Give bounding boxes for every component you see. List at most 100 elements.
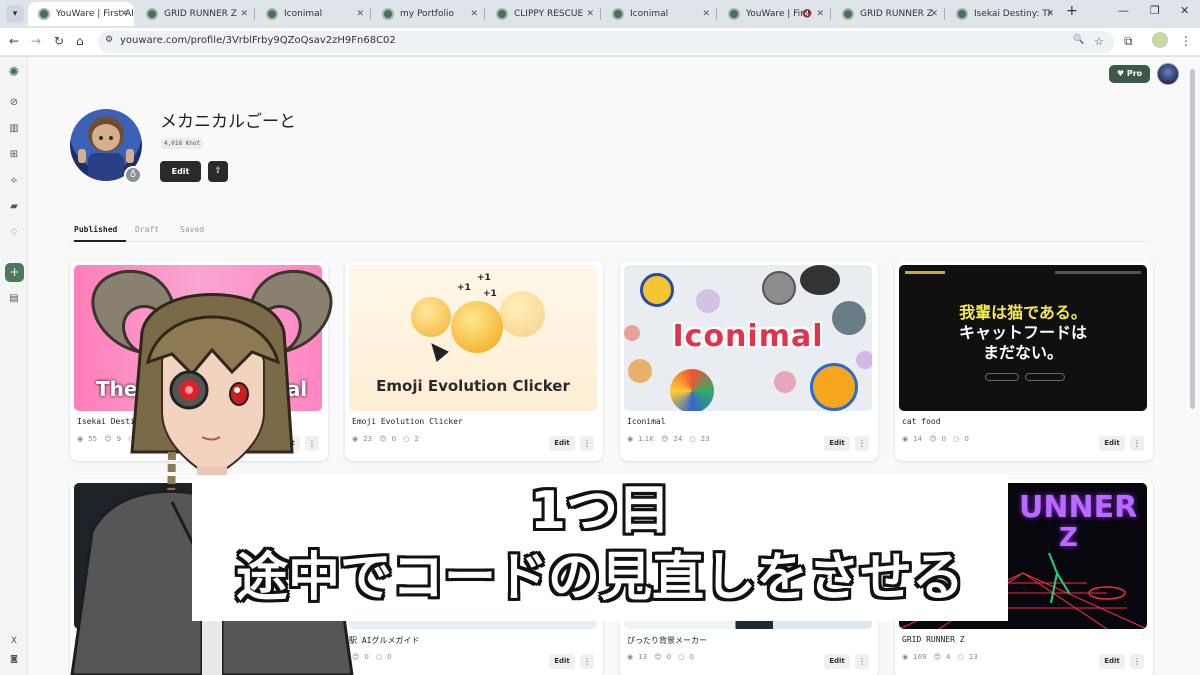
thumbnail-button — [985, 373, 1019, 381]
profile-name: メカニカルごーと — [160, 112, 296, 132]
reload-icon[interactable]: ↻ — [54, 34, 64, 48]
book-icon[interactable]: ▥ — [8, 123, 20, 135]
project-card[interactable]: Iconimal Iconimal ◉ 1.1K 😊 24 ○ 23 Edit ⋮ — [620, 261, 878, 461]
tab-saved[interactable]: Saved — [180, 225, 204, 234]
tab-clippy-rescue[interactable]: CLIPPY RESCUE ✕ — [486, 2, 600, 26]
window-close-button[interactable]: ✕ — [1180, 4, 1189, 17]
tab-strip: ▾ YouWare | First AI Co ✕ GRID RUNNER Z … — [0, 0, 1200, 28]
forward-icon[interactable]: → — [31, 34, 41, 48]
bookmark-star-icon[interactable]: ☆ — [1094, 35, 1104, 48]
emoji-face-icon — [499, 291, 545, 337]
share-icon[interactable]: ⇪ — [208, 161, 228, 182]
pro-button[interactable]: ♥ Pro — [1109, 65, 1150, 83]
more-options-icon[interactable]: ⋮ — [1130, 654, 1144, 669]
close-icon[interactable]: ✕ — [470, 2, 478, 26]
page-content: ✺ ⊘ ▥ ⊞ ⟡ ▰ ♢ + ▤ X ◙ ♥ Pro ♁ メカニカルごーと 4… — [0, 57, 1200, 675]
new-tab-button[interactable]: + — [1066, 3, 1078, 19]
project-title[interactable]: cat food — [902, 417, 941, 426]
likes-count: 4 — [946, 653, 951, 661]
extensions-icon[interactable]: ⧉ — [1124, 34, 1133, 49]
tab-isekai-destiny[interactable]: Isekai Destiny: The G ✕ — [946, 2, 1060, 26]
likes-icon: 😊 — [661, 435, 669, 443]
likes-count: 24 — [673, 435, 683, 443]
close-icon[interactable]: ✕ — [702, 2, 710, 26]
close-icon[interactable]: ✕ — [1046, 2, 1054, 26]
close-icon[interactable]: ✕ — [586, 2, 594, 26]
more-options-icon[interactable]: ⋮ — [1130, 436, 1144, 451]
sidebar: ✺ ⊘ ▥ ⊞ ⟡ ▰ ♢ + ▤ X ◙ — [0, 57, 28, 675]
gift-icon[interactable]: ⊞ — [8, 149, 20, 161]
project-title[interactable]: ぴったり背景メーカー — [627, 635, 707, 646]
thumbnail-text: まだない。 — [982, 343, 1063, 362]
comments-count: 2 — [414, 435, 419, 443]
project-card[interactable]: +1 +1 +1 Emoji Evolution Clicker Emoji E… — [345, 261, 603, 461]
thumbnail-text: 我輩は猫である。 — [959, 303, 1087, 322]
more-options-icon[interactable]: ⋮ — [855, 436, 869, 451]
project-title[interactable]: Iconimal — [627, 417, 666, 426]
puzzle-icon[interactable]: ⟡ — [8, 175, 20, 187]
address-bar[interactable]: ⚙ youware.com/profile/3VrblFrby9QZoQsav2… — [98, 31, 1114, 53]
close-icon[interactable]: ✕ — [816, 2, 824, 26]
muted-speaker-icon[interactable]: 🔇 — [802, 2, 812, 26]
knot-count-badge: 4,016 Knot — [161, 138, 204, 149]
comments-count: 0 — [689, 653, 694, 661]
bell-icon[interactable]: ♢ — [8, 227, 20, 239]
project-card[interactable]: 我輩は猫である。 キャットフードは まだない。 cat food ◉ 14 😊 0 … — [895, 261, 1153, 461]
youware-logo-icon[interactable]: ✺ — [8, 66, 20, 79]
back-icon[interactable]: ← — [9, 34, 19, 48]
close-icon[interactable]: ✕ — [240, 2, 248, 26]
edit-profile-button[interactable]: Edit — [160, 161, 201, 182]
edit-project-button[interactable]: Edit — [549, 654, 575, 669]
more-options-icon[interactable]: ⋮ — [855, 654, 869, 669]
url-text[interactable]: youware.com/profile/3VrblFrby9QZoQsav2zH… — [120, 35, 396, 46]
tab-grid-runner-z[interactable]: GRID RUNNER Z ✕ — [136, 2, 254, 26]
folder-icon[interactable]: ▰ — [8, 201, 20, 213]
project-thumbnail[interactable]: +1 +1 +1 Emoji Evolution Clicker — [349, 265, 597, 411]
tab-draft[interactable]: Draft — [135, 225, 159, 234]
views-count: 169 — [913, 653, 927, 661]
edit-project-button[interactable]: Edit — [824, 436, 850, 451]
tab-youware-profile[interactable]: YouWare | First AI Co ✕ — [28, 2, 134, 26]
browser-menu-icon[interactable]: ⋮ — [1180, 34, 1192, 48]
compass-icon[interactable]: ⊘ — [8, 97, 20, 109]
more-options-icon[interactable]: ⋮ — [580, 654, 594, 669]
tab-grid-runner-z-2[interactable]: GRID RUNNER Z ✕ — [832, 2, 944, 26]
more-options-icon[interactable]: ⋮ — [580, 436, 594, 451]
thumbnail-text: Iconimal — [672, 319, 824, 354]
project-thumbnail[interactable]: Iconimal — [624, 265, 872, 411]
x-twitter-icon[interactable]: X — [8, 635, 20, 647]
close-icon[interactable]: ✕ — [356, 2, 364, 26]
edit-project-button[interactable]: Edit — [1099, 436, 1125, 451]
project-stats: ◉ 14 😊 0 ○ 0 — [902, 435, 974, 443]
tab-search-button[interactable]: ▾ — [6, 5, 24, 23]
favicon-icon — [496, 8, 508, 20]
views-count: 1.1K — [638, 435, 654, 443]
site-info-icon[interactable]: ⚙ — [105, 35, 113, 45]
tab-published[interactable]: Published — [74, 225, 117, 234]
edit-project-button[interactable]: Edit — [1099, 654, 1125, 669]
close-icon[interactable]: ✕ — [930, 2, 938, 26]
views-icon: ◉ — [627, 653, 634, 661]
user-avatar[interactable] — [1157, 63, 1179, 85]
edit-project-button[interactable]: Edit — [549, 436, 575, 451]
close-icon[interactable]: ✕ — [120, 2, 128, 26]
tab-iconimal-2[interactable]: Iconimal ✕ — [602, 2, 716, 26]
zoom-icon[interactable]: 🔍 — [1073, 35, 1084, 45]
document-icon[interactable]: ▤ — [8, 293, 20, 305]
project-thumbnail[interactable]: 我輩は猫である。 キャットフードは まだない。 — [899, 265, 1147, 411]
comments-count: 0 — [964, 435, 969, 443]
create-new-button[interactable]: + — [5, 263, 24, 282]
favicon-icon — [38, 8, 50, 20]
tab-my-portfolio[interactable]: my Portfolio ✕ — [372, 2, 484, 26]
discord-icon[interactable]: ◙ — [8, 653, 20, 665]
home-icon[interactable]: ⌂ — [76, 34, 84, 48]
edit-project-button[interactable]: Edit — [824, 654, 850, 669]
thumbnail-button — [1025, 373, 1065, 381]
restore-button[interactable]: ❐ — [1150, 4, 1160, 17]
tab-iconimal[interactable]: Iconimal ✕ — [256, 2, 370, 26]
minimize-button[interactable]: — — [1118, 4, 1129, 17]
project-title[interactable]: GRID RUNNER Z — [902, 635, 965, 644]
scrollbar[interactable] — [1190, 69, 1195, 409]
profile-avatar-icon[interactable] — [1152, 32, 1168, 48]
tab-youware-2[interactable]: YouWare | First AI 🔇 ✕ — [718, 2, 830, 26]
